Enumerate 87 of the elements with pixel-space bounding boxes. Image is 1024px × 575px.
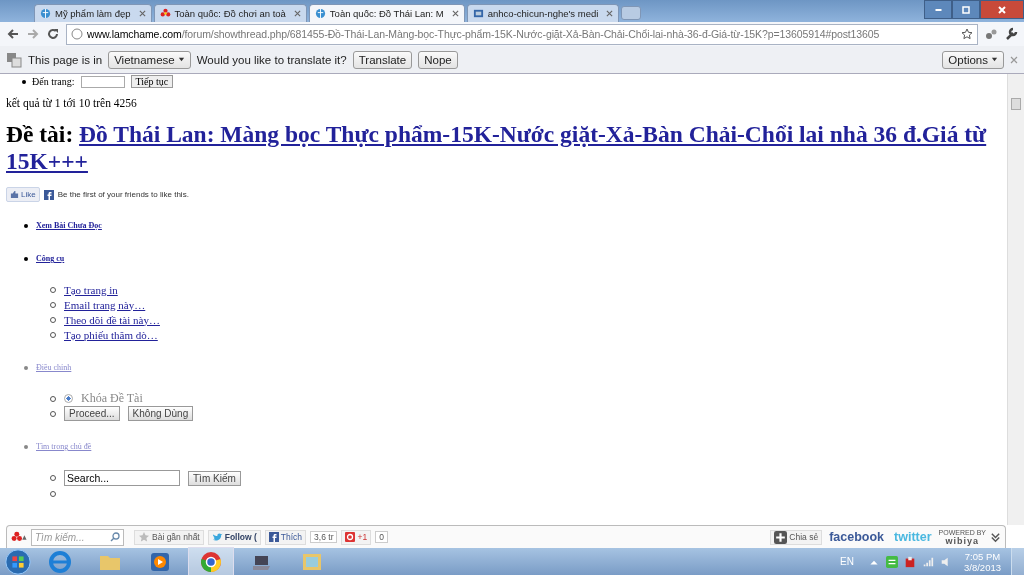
close-icon: [997, 4, 1007, 15]
facebook-icon: [43, 189, 54, 200]
options-dropdown[interactable]: Options: [942, 50, 1004, 69]
close-icon[interactable]: [293, 10, 301, 17]
tool-link[interactable]: Tạo phiếu thăm dò…: [64, 328, 158, 341]
signal-icon[interactable]: [922, 555, 934, 568]
close-icon[interactable]: [451, 10, 459, 17]
thread-title-link[interactable]: Đề tài: Đồ Thái Lan: Màng bọc Thực phẩm-15K-Nước giặt-Xả-Bàn Chải-Chổi lai nhà 36 đ.Giá từ 15K+++: [6, 121, 1007, 175]
reload-icon[interactable]: [46, 27, 60, 41]
continue-button[interactable]: Tiếp tục: [130, 75, 174, 88]
translate-icon: [6, 51, 22, 68]
facebook-button[interactable]: facebook: [826, 529, 888, 545]
extension-icon[interactable]: [984, 27, 998, 41]
scrollbar[interactable]: [1007, 74, 1024, 525]
follow-button[interactable]: Follow (: [207, 529, 261, 545]
maximize-icon: [961, 4, 971, 15]
share-button[interactable]: Chia sẻ: [770, 529, 823, 545]
bullet-icon: [24, 256, 28, 261]
close-button[interactable]: [980, 0, 1024, 19]
caret-down-icon: [177, 56, 185, 63]
taskbar-button[interactable]: [188, 547, 234, 575]
browser-tab[interactable]: Toàn quốc: Đồ chơi an toà: [153, 4, 307, 22]
google-plus-icon: [345, 532, 356, 542]
bird-icon: [211, 532, 223, 542]
search-icon[interactable]: [110, 532, 120, 542]
section-link[interactable]: Tìm trong chủ đề: [36, 442, 92, 451]
flower-icon: [159, 8, 171, 19]
start-button[interactable]: [4, 547, 32, 575]
app-icon[interactable]: [886, 555, 898, 568]
search-field[interactable]: Search...: [64, 470, 180, 486]
section-link[interactable]: Điều chỉnh: [36, 363, 72, 372]
browser-tab[interactable]: Mỹ phẩm làm đẹp: [34, 4, 152, 22]
star-icon: [138, 531, 150, 543]
search-button[interactable]: Tìm Kiếm: [188, 470, 241, 486]
tool-link[interactable]: Theo dõi đề tài này…: [64, 313, 160, 326]
back-icon[interactable]: [6, 27, 20, 41]
translate-button[interactable]: Nope: [418, 50, 458, 69]
flower-icon[interactable]: [11, 530, 27, 544]
results-count: kết quả từ 1 tới 10 trên 4256: [6, 97, 138, 109]
translate-question: Would you like to translate it?: [196, 53, 347, 66]
plus-one-count: 0: [375, 531, 388, 543]
section-link[interactable]: Công cụ: [36, 254, 65, 263]
section-link[interactable]: Xem Bài Chưa Đọc: [36, 221, 102, 230]
like-count: 3,6 tr: [310, 531, 338, 543]
like-text: Be the first of your friends to like this.: [57, 190, 189, 199]
close-icon[interactable]: [606, 10, 614, 17]
minimize-button[interactable]: [924, 0, 952, 19]
browser-tab[interactable]: Toàn quốc: Đồ Thái Lan: M: [308, 4, 465, 22]
plus-one-button[interactable]: +1: [341, 529, 372, 545]
radio-label: Khóa Đề Tài: [81, 391, 143, 406]
translate-prefix: This page is in: [28, 53, 103, 66]
page-jump-label: Đến trang:: [32, 76, 75, 87]
chrome-icon: [199, 549, 223, 574]
wrench-icon[interactable]: [1004, 27, 1018, 41]
thumbs-up-icon: [10, 190, 19, 199]
recent-posts-button[interactable]: Bài gần nhất: [134, 529, 204, 545]
app-icon[interactable]: [904, 555, 916, 568]
forward-icon[interactable]: [26, 27, 40, 41]
caret-down-icon: [991, 56, 998, 63]
wibiya-logo: wibiya: [945, 537, 980, 545]
bullet-icon: [22, 79, 26, 84]
language-dropdown[interactable]: Vietnamese: [108, 50, 191, 69]
facebook-icon: [268, 532, 279, 542]
close-icon[interactable]: [138, 10, 146, 17]
moderation-button[interactable]: Không Dùng: [127, 406, 194, 421]
browser-tab[interactable]: anhco-chicun-nghe's medi: [466, 4, 620, 22]
star-icon[interactable]: [961, 28, 973, 40]
bullet-icon: [24, 223, 28, 228]
minimize-icon: [934, 8, 942, 11]
bullet-icon: [24, 365, 28, 370]
globe-icon: [40, 8, 51, 19]
translate-button[interactable]: Translate: [352, 50, 413, 69]
close-icon[interactable]: [1010, 55, 1018, 64]
bullet-icon: [24, 444, 28, 449]
globe-icon: [314, 8, 326, 19]
like-button[interactable]: Thích: [264, 529, 307, 545]
page-jump-field[interactable]: [80, 75, 125, 88]
radio-button[interactable]: [64, 394, 73, 403]
moderation-button[interactable]: Proceed...: [64, 406, 120, 421]
address-field[interactable]: www.lamchame.com/forum/showthread.php/681455-Đồ-Thái-Lan-Màng-bọc-Thực-phẩm-15K-Nước-giặt-Xả-Bàn-Chải-Chổi-lai-nhà-36-đ-Giá-từ-15K?p=13605914#post13605: [66, 23, 978, 45]
globe-icon: [48, 549, 72, 574]
tool-link[interactable]: Email trang này…: [64, 298, 146, 311]
maximize-button[interactable]: [952, 0, 980, 19]
like-button[interactable]: Like: [6, 187, 40, 202]
plus-icon: [774, 530, 788, 544]
tool-link[interactable]: Tạo trang in: [64, 283, 118, 296]
chevron-down-icon[interactable]: [990, 531, 1001, 543]
